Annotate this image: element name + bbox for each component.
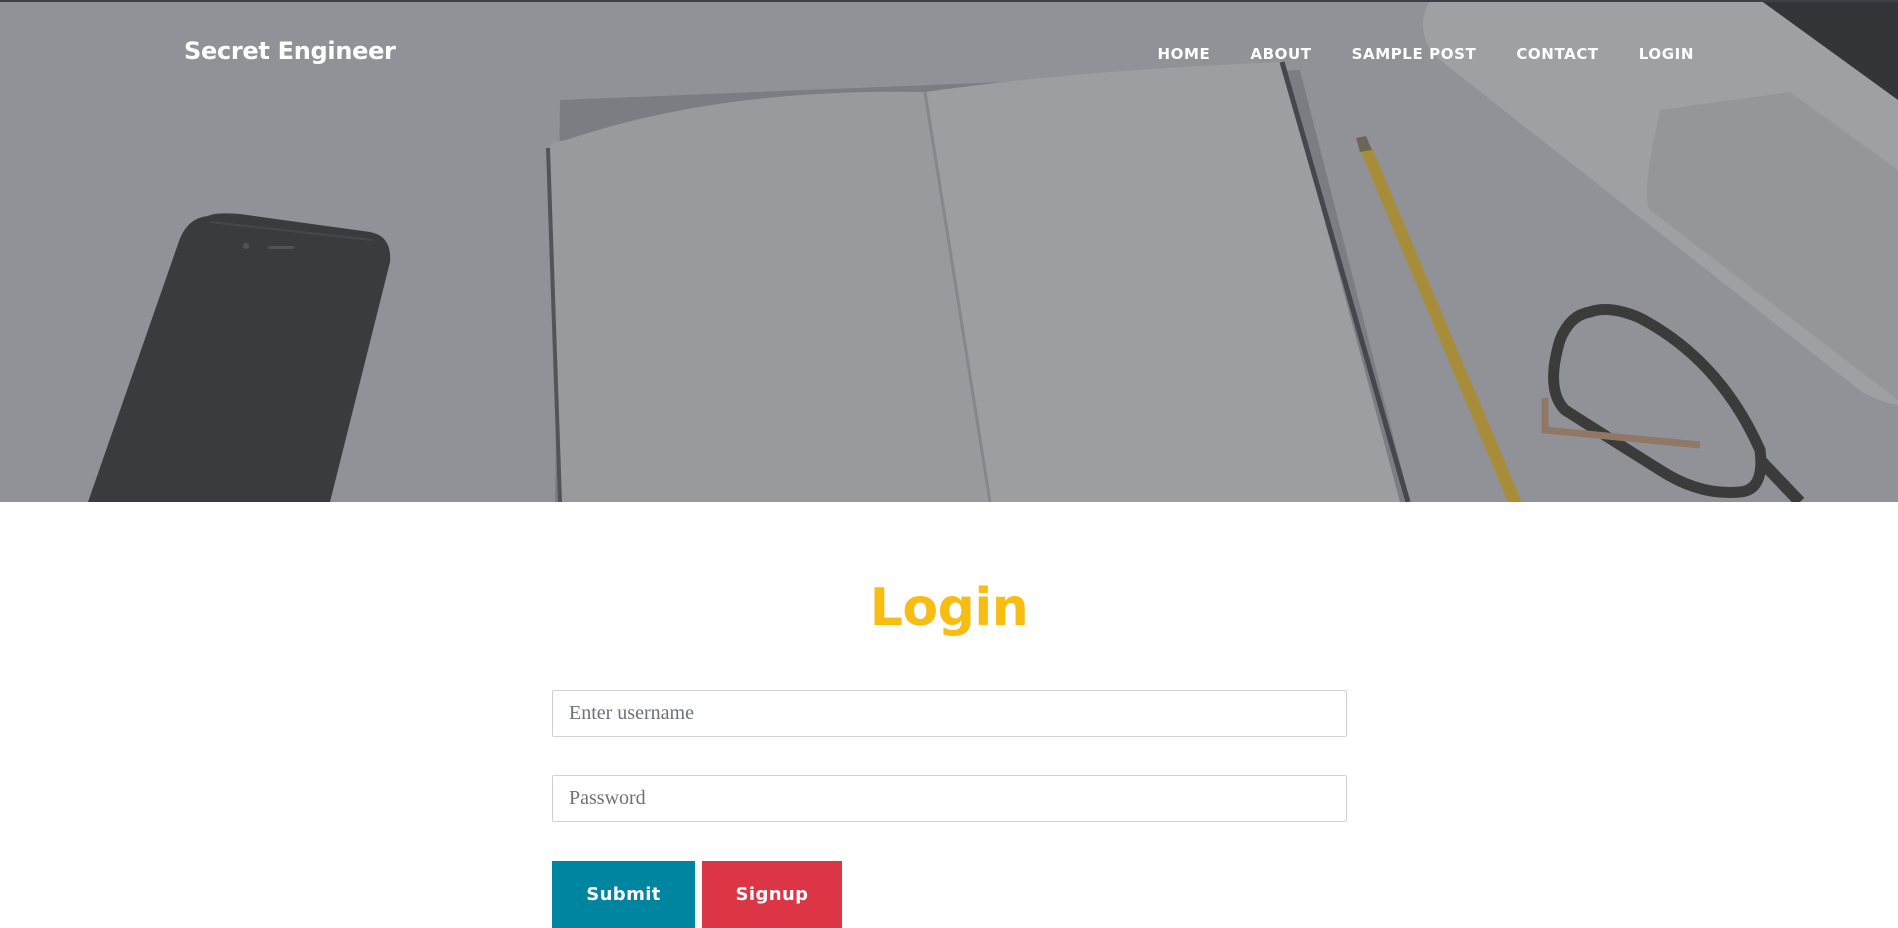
username-input[interactable] (552, 690, 1347, 737)
top-border (0, 0, 1898, 2)
nav-item-contact: CONTACT (1516, 45, 1598, 64)
nav-link-contact[interactable]: CONTACT (1516, 45, 1598, 63)
password-input[interactable] (552, 775, 1347, 822)
hero-header: Secret Engineer HOME ABOUT SAMPLE POST C… (0, 0, 1898, 502)
nav-link-sample-post[interactable]: SAMPLE POST (1352, 45, 1477, 63)
signup-button[interactable]: Signup (702, 861, 842, 928)
main-nav: HOME ABOUT SAMPLE POST CONTACT LOGIN (1157, 45, 1694, 64)
nav-link-login[interactable]: LOGIN (1639, 45, 1694, 63)
nav-link-home[interactable]: HOME (1157, 45, 1210, 63)
nav-link-about[interactable]: ABOUT (1250, 45, 1311, 63)
submit-button[interactable]: Submit (552, 861, 695, 928)
nav-item-about: ABOUT (1250, 45, 1311, 64)
brand-logo-link[interactable]: Secret Engineer (184, 37, 396, 65)
hero-background-image (0, 0, 1898, 502)
login-heading: Login (869, 578, 1029, 638)
nav-item-sample-post: SAMPLE POST (1352, 45, 1477, 64)
nav-item-home: HOME (1157, 45, 1210, 64)
nav-item-login: LOGIN (1639, 45, 1694, 64)
